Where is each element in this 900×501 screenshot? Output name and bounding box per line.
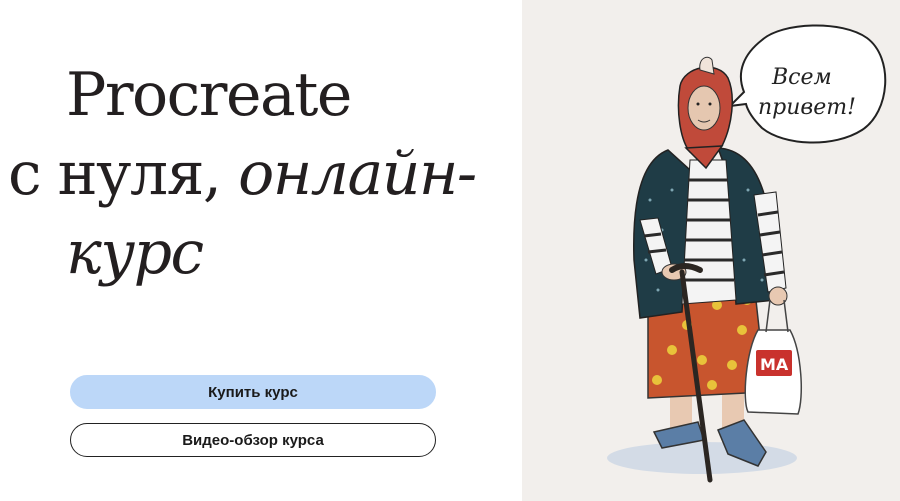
- illustration-panel: Всем привет! МА: [522, 0, 900, 501]
- grandma-illustration: Всем привет! МА: [607, 24, 887, 483]
- striped-shirt: [681, 159, 737, 305]
- title-line-3-italic: курс: [66, 218, 204, 288]
- video-review-button[interactable]: Видео-обзор курса: [70, 423, 436, 457]
- hero-section: Procreate с нуля, онлайн- курс Купить ку…: [0, 0, 522, 501]
- speech-bubble: Всем привет!: [727, 24, 887, 144]
- speech-line-2: привет!: [758, 95, 856, 120]
- course-title: Procreate с нуля, онлайн- курс: [8, 56, 518, 293]
- title-line-2: с нуля, онлайн-: [8, 135, 518, 214]
- title-line-3: курс: [8, 214, 518, 293]
- title-line-2-plain: с нуля,: [8, 139, 239, 209]
- ground-shadow: [607, 442, 797, 474]
- page: Procreate с нуля, онлайн- курс Купить ку…: [0, 0, 900, 501]
- speech-line-1: Всем: [771, 65, 832, 90]
- bag-logo: МА: [760, 355, 789, 374]
- title-line-1: Procreate: [66, 60, 352, 130]
- title-line-2-italic: онлайн-: [238, 139, 477, 209]
- buy-course-button[interactable]: Купить курс: [70, 375, 436, 409]
